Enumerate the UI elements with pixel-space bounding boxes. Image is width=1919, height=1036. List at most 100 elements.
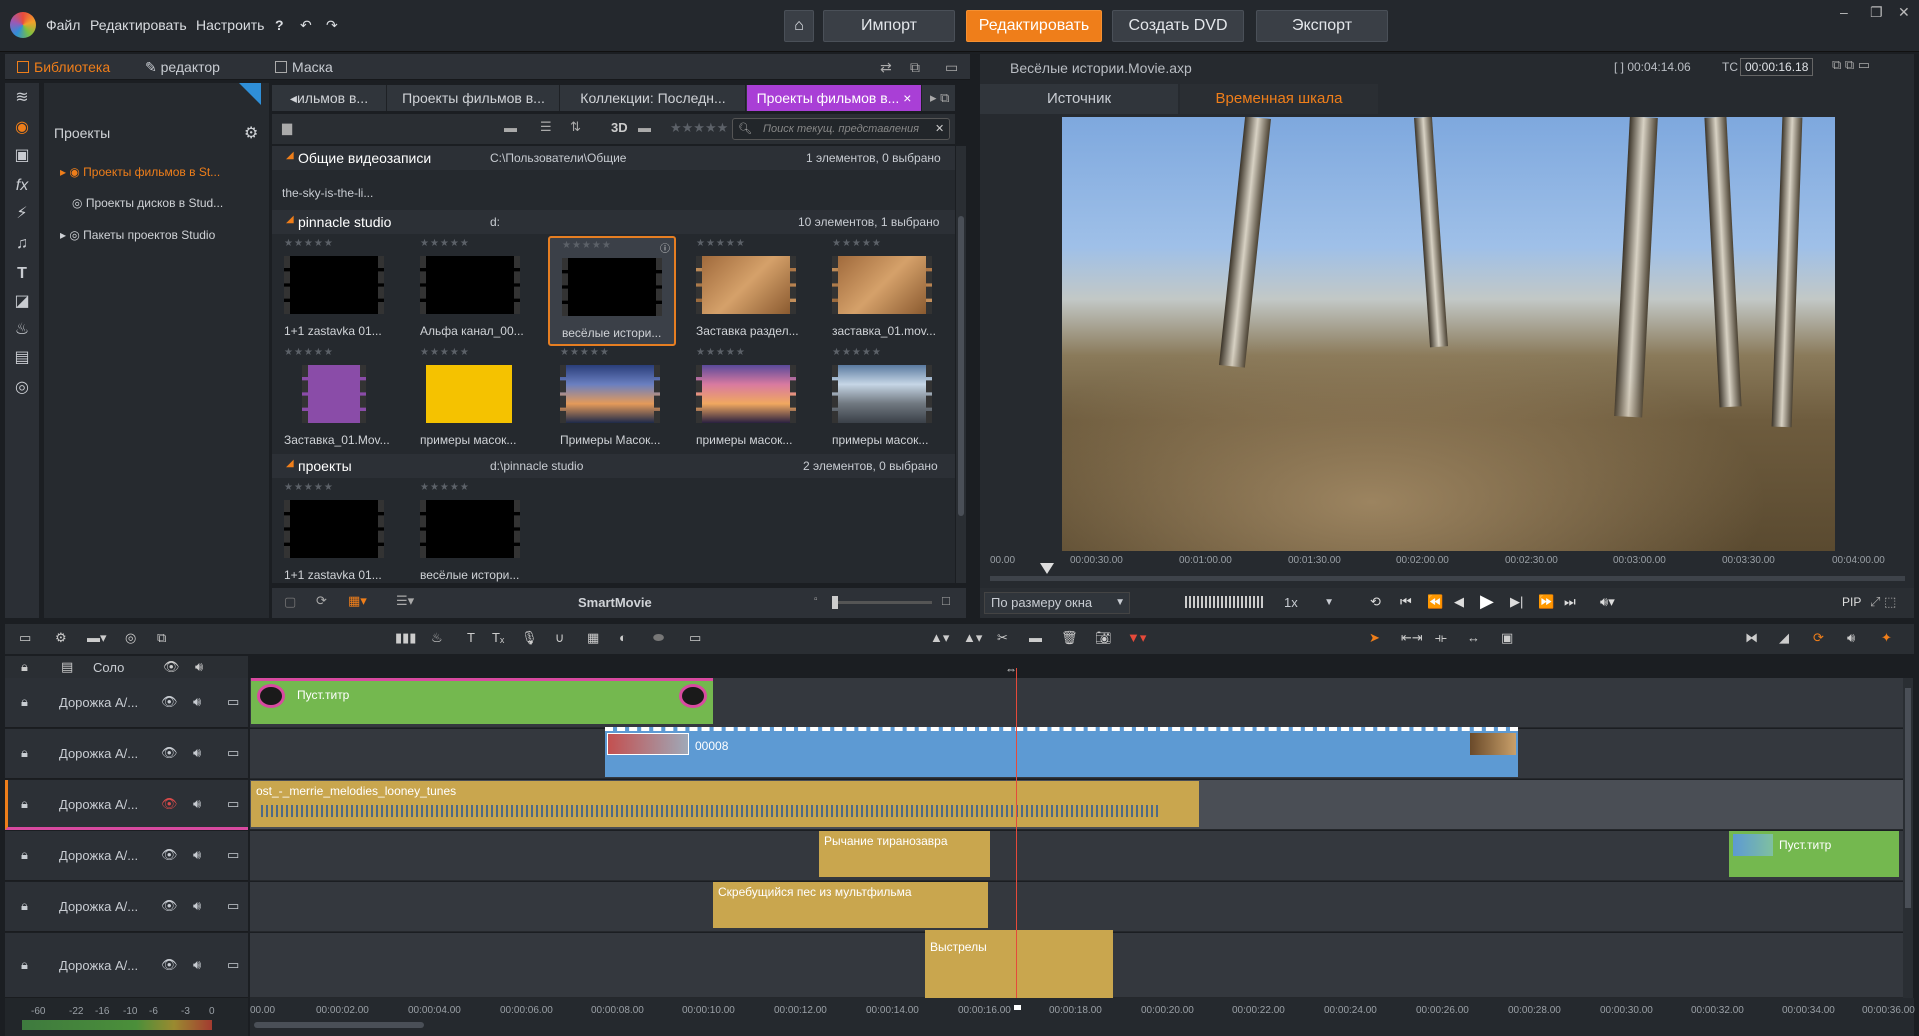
search-input[interactable]: 🔍︎ Поиск текущ. представления ✕	[732, 118, 950, 140]
collapse-icon[interactable]: ◢	[286, 458, 294, 469]
maximize-icon[interactable]: ❐	[1870, 4, 1883, 21]
rating-stars[interactable]: ★★★★★	[832, 238, 882, 249]
timeline-vscroll[interactable]	[1903, 678, 1913, 998]
tab-editor[interactable]: ✎ редактор	[145, 54, 220, 80]
track-header[interactable]: 🔒︎ Дорожка А/... 👁︎ 🔊︎ ▭	[5, 729, 248, 779]
library-item[interactable]: ★★★★★ Альфа канал_00...	[408, 236, 536, 346]
pointer-tool-icon[interactable]: ➤	[1369, 630, 1380, 646]
track-name[interactable]: Дорожка А/...	[59, 958, 138, 973]
track-list-icon[interactable]: ▭	[19, 630, 31, 646]
eye-off-icon[interactable]: 👁︎	[161, 796, 178, 812]
viewer-ruler[interactable]: 00.00 00:00:30.00 00:01:00.00 00:01:30.0…	[990, 555, 1905, 585]
caption-icon[interactable]: ▬	[638, 120, 651, 135]
step-forward-icon[interactable]: ▶|	[1510, 594, 1523, 610]
effects-icon[interactable]: fx	[13, 177, 31, 195]
trim-tool-icon[interactable]: ⇤⇥	[1401, 630, 1423, 646]
track-header[interactable]: 🔒︎ Дорожка А/... 👁︎ 🔊︎ ▭	[5, 678, 248, 728]
tab-source[interactable]: Источник	[980, 84, 1178, 114]
fullscreen-icon[interactable]: ⧉ ⧉ ▭	[1832, 57, 1870, 73]
collapse-icon[interactable]: ◢	[286, 214, 294, 225]
play-icon[interactable]: ▶	[1480, 591, 1494, 612]
eye-icon[interactable]: 👁︎	[161, 745, 178, 761]
rating-stars[interactable]: ★★★★★	[562, 240, 612, 251]
close-icon[interactable]: ✕	[1898, 4, 1910, 21]
scrub-bar[interactable]	[990, 576, 1905, 581]
3d-filter-button[interactable]: 3D	[611, 120, 628, 135]
media-icon[interactable]: ◉	[13, 119, 31, 137]
track-header[interactable]: 🔒︎ Дорожка А/... 👁︎ 🔊︎ ▭	[5, 882, 248, 932]
collection-tab-2[interactable]: Проекты фильмов в...	[388, 85, 560, 111]
details-icon[interactable]: ☰▾	[396, 593, 414, 609]
volume-icon[interactable]: 🔊︎▾	[1600, 594, 1615, 610]
rating-stars[interactable]: ★★★★★	[832, 347, 882, 358]
pip-button[interactable]: PIP	[1842, 595, 1861, 609]
rating-stars[interactable]: ★★★★★	[420, 482, 470, 493]
go-start-icon[interactable]: ⏮	[1400, 594, 1412, 610]
track-name[interactable]: Дорожка А/...	[59, 797, 138, 812]
track-name[interactable]: Дорожка А/...	[59, 746, 138, 761]
help-icon[interactable]: ?	[275, 17, 284, 33]
video-preview[interactable]	[1062, 117, 1835, 551]
close-tab-icon[interactable]: ×	[903, 90, 911, 106]
lock-icon[interactable]: 🔒︎	[21, 898, 28, 914]
next-frame-icon[interactable]: ⏩	[1538, 594, 1554, 610]
expand-icon[interactable]: ⤢ ⬚	[1870, 594, 1896, 610]
library-item[interactable]: ★★★★★ Заставка раздел...	[684, 236, 812, 346]
scrollbar-thumb[interactable]	[1905, 688, 1911, 908]
speed-select[interactable]: 1x ▼	[1278, 592, 1338, 614]
slip-tool-icon[interactable]: ↔	[1467, 630, 1480, 645]
photo-icon[interactable]: ▣	[13, 147, 31, 165]
track-header-active[interactable]: 🔒︎ Дорожка А/... 👁︎ 🔊︎ ▭	[5, 780, 248, 830]
track-lane[interactable]	[250, 831, 1905, 881]
lock-icon[interactable]: 🔒︎	[21, 659, 28, 675]
jog-wheel[interactable]	[1185, 596, 1265, 608]
library-item[interactable]: ★★★★★ примеры масок...	[820, 345, 948, 455]
collapse-icon[interactable]: ◢	[286, 150, 294, 161]
info-icon[interactable]: ⓘ	[660, 240, 670, 255]
disc-icon[interactable]: ◎	[13, 379, 31, 397]
monitor-icon[interactable]: ▭	[227, 847, 239, 863]
layout-icon[interactable]: ▭	[945, 54, 958, 80]
playhead-handle-icon[interactable]: ⇔	[1005, 662, 1017, 676]
timeline-ruler[interactable]	[250, 998, 1914, 1036]
tab-import[interactable]: Импорт	[823, 10, 955, 42]
folder-add-icon[interactable]: ▆	[282, 120, 292, 136]
scrollbar-thumb[interactable]	[958, 216, 964, 516]
eye-icon[interactable]: 👁︎	[161, 847, 178, 863]
speaker-icon[interactable]: 🔊︎	[193, 694, 201, 710]
monitor-icon[interactable]: ▭	[227, 745, 239, 761]
audio-effect-icon[interactable]: ♨	[13, 321, 31, 339]
voiceover-icon[interactable]: 🎙︎	[521, 630, 538, 646]
rating-stars[interactable]: ★★★★★	[284, 482, 334, 493]
transition-icon[interactable]: ⚡	[13, 205, 31, 223]
razor-icon[interactable]: ✂	[997, 630, 1008, 646]
fit-select[interactable]: По размеру окна ▼	[984, 592, 1130, 614]
link-icon[interactable]: ⇄	[880, 54, 892, 80]
speaker-icon[interactable]: 🔊︎	[193, 957, 201, 973]
clear-search-icon[interactable]: ✕	[935, 122, 944, 135]
slider-handle[interactable]	[832, 596, 838, 609]
marker-add-icon[interactable]: ▼▾	[1127, 630, 1146, 646]
playhead-marker[interactable]	[1040, 563, 1054, 574]
ripple-tool-icon[interactable]: ⟛	[1435, 630, 1447, 646]
library-item[interactable]: ★★★★★ Примеры Масок...	[548, 345, 676, 455]
rating-stars[interactable]: ★★★★★	[560, 347, 610, 358]
monitor-icon[interactable]: ▭	[227, 694, 239, 710]
group-header[interactable]: ◢ Общие видеозаписи C:\Пользователи\Общи…	[272, 146, 955, 170]
view-menu-icon[interactable]: ▬▾	[87, 630, 107, 646]
motion-title-icon[interactable]: Tₓ	[492, 630, 504, 645]
timecode-field[interactable]: 00:00:16.18	[1740, 58, 1814, 76]
magnet-icon[interactable]: ⧓	[1745, 630, 1758, 646]
sort-icon[interactable]: ⇅	[570, 119, 581, 135]
speaker-icon[interactable]: 🔊︎	[193, 847, 201, 863]
timeline-hscroll[interactable]	[254, 1022, 424, 1028]
snap-icon[interactable]: ✦	[1881, 630, 1892, 646]
rating-stars[interactable]: ★★★★★	[696, 347, 746, 358]
smart-mode-icon[interactable]: ⟳	[1813, 630, 1824, 646]
music-icon[interactable]: ♫	[13, 235, 31, 253]
timeline-playhead[interactable]	[1016, 668, 1017, 998]
tree-item-movie-projects[interactable]: ▸ ◉ Проекты фильмов в St...	[60, 165, 220, 179]
library-item[interactable]: ★★★★★ заставка_01.mov...	[820, 236, 948, 346]
lock-icon[interactable]: 🔒︎	[21, 745, 28, 761]
undo-icon[interactable]: ↶	[300, 17, 312, 34]
